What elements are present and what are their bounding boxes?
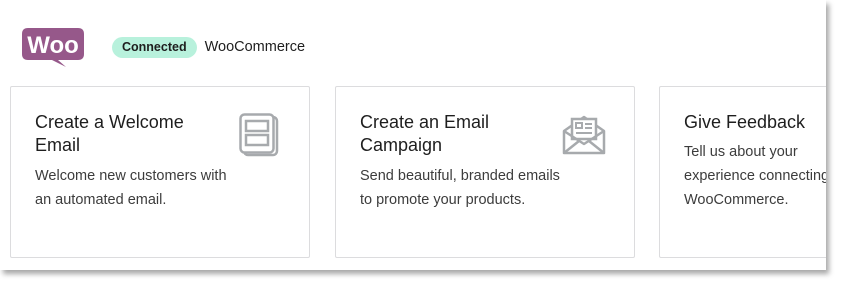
woo-logo: Woo [22,28,84,68]
card-create-welcome-email[interactable]: Create a Welcome Email Welcome new custo… [10,86,310,258]
card-create-email-campaign[interactable]: Create an Email Campaign Send beautiful,… [335,86,635,258]
card-title: Create a Welcome Email [35,112,184,155]
integration-panel: Woo Connected WooCommerce Create a Welco… [0,0,826,270]
logo-text: Woo [27,32,79,59]
status-badge: Connected [112,36,197,58]
newsletter-icon [239,113,281,162]
card-give-feedback[interactable]: Give Feedback Tell us about your experie… [659,86,826,258]
brand-name: WooCommerce [204,39,306,55]
card-description: Welcome new customers with an automated … [35,168,227,208]
card-title: Create an Email Campaign [360,112,490,155]
card-description: Send beautiful, branded emails to promot… [360,168,560,208]
integration-header: Woo Connected WooCommerce [22,28,305,68]
envelope-icon [562,113,606,162]
card-description: Tell us about your experience connecting… [684,144,826,208]
card-title: Give Feedback [684,112,806,132]
